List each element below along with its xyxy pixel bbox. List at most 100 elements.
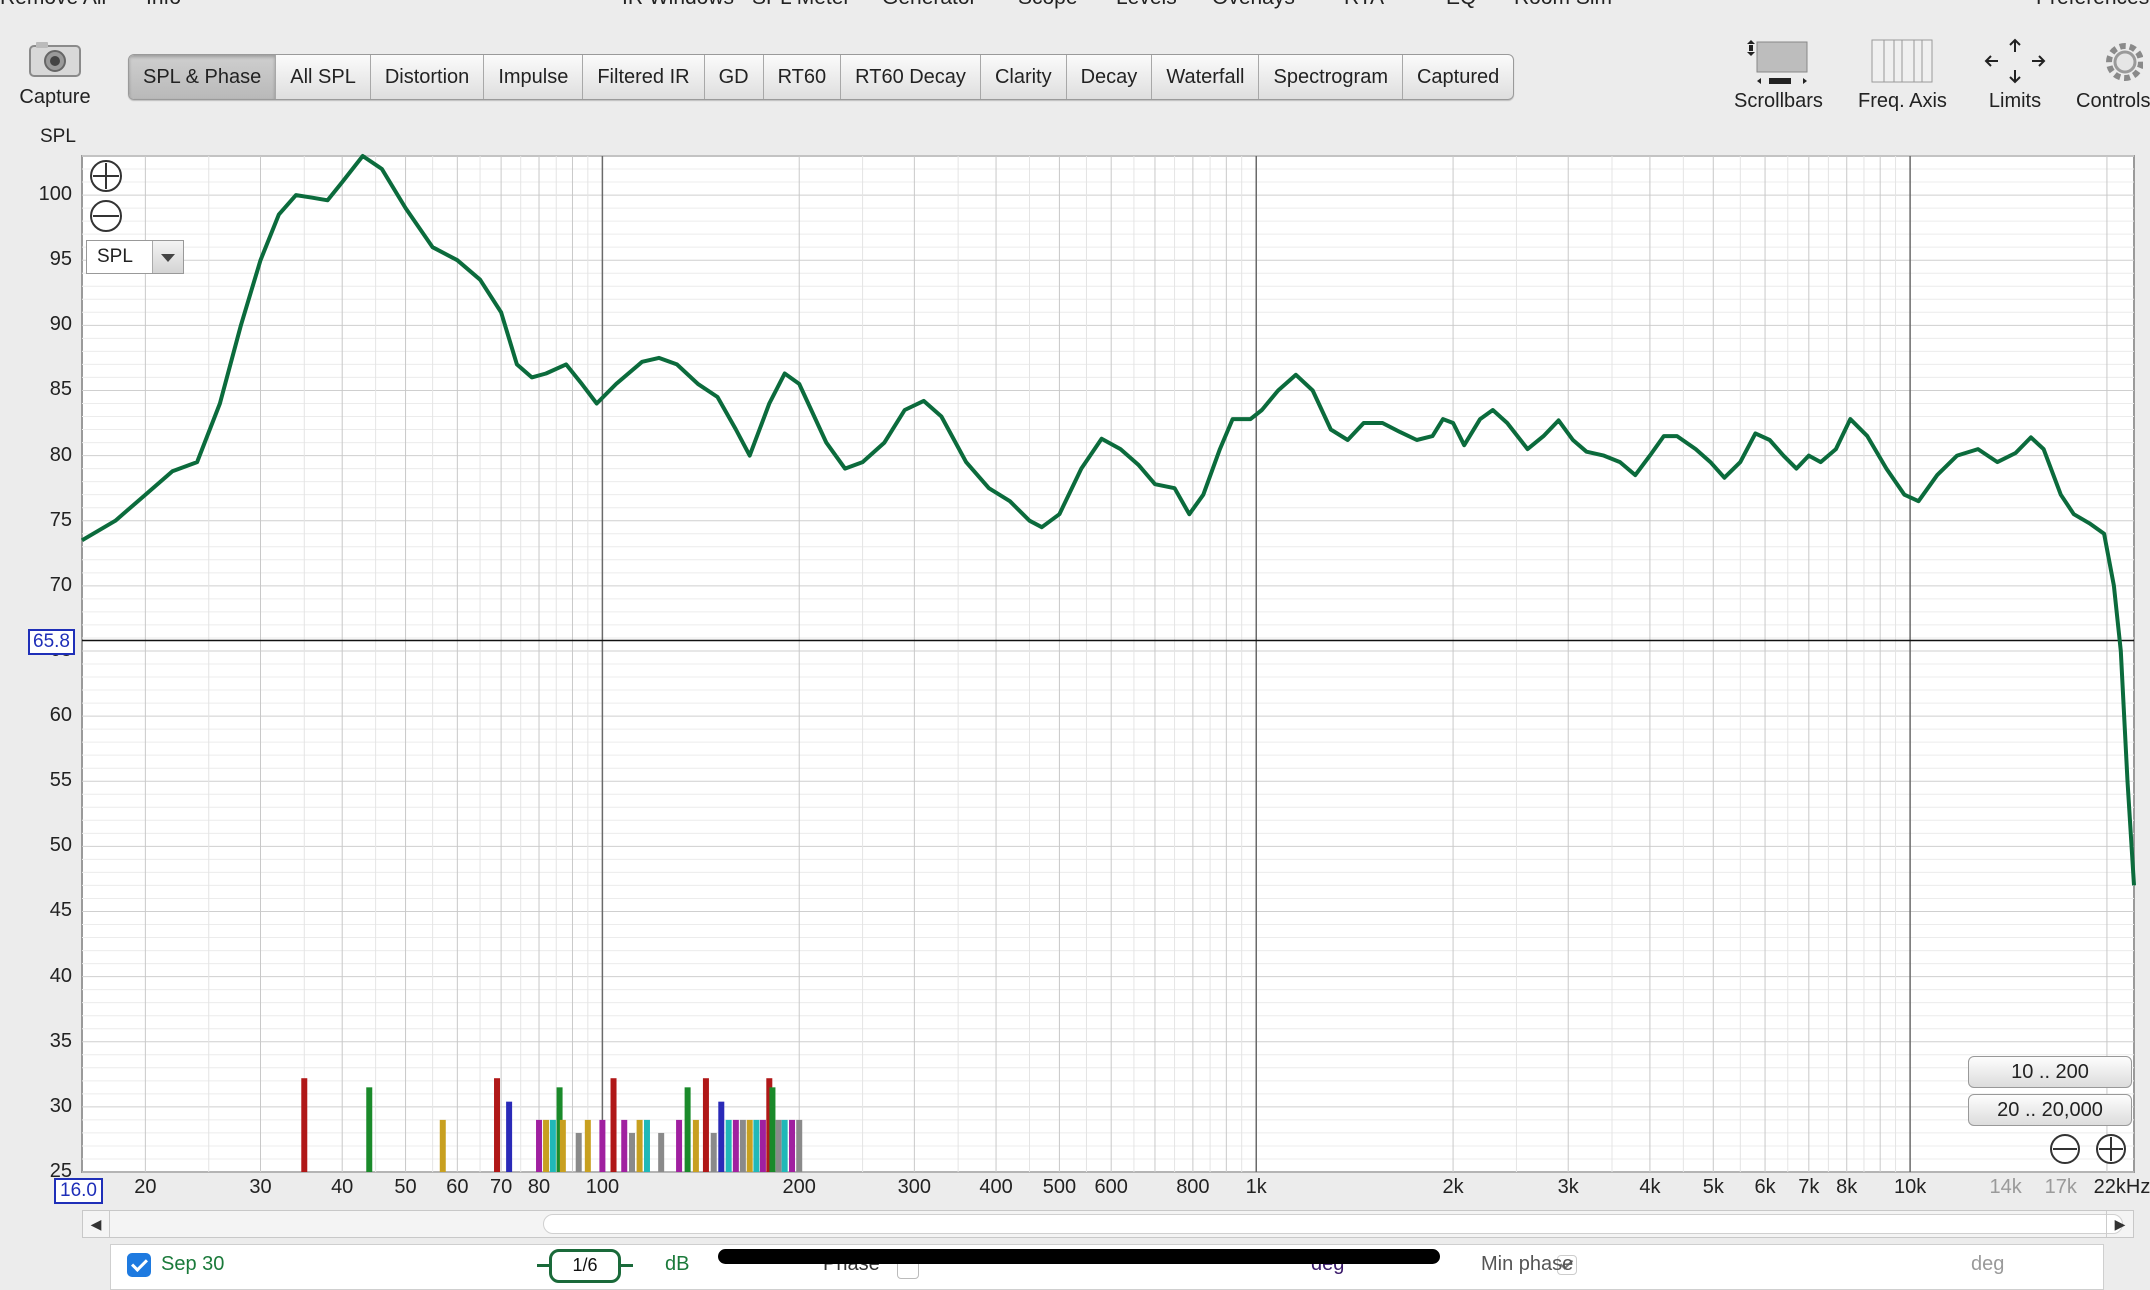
- tab-distortion[interactable]: Distortion: [371, 55, 485, 99]
- distortion-bar: [494, 1078, 501, 1172]
- scrollbars-icon: [1747, 40, 1808, 84]
- x-tick-label: 8k: [1836, 1176, 1858, 1198]
- menu-rta[interactable]: RTA: [1344, 0, 1384, 10]
- tab-spectrogram[interactable]: Spectrogram: [1259, 55, 1403, 99]
- tab-rt60[interactable]: RT60: [764, 55, 842, 99]
- menu-scope[interactable]: Scope: [1018, 0, 1078, 10]
- distortion-bar: [599, 1119, 606, 1172]
- menu-room-sim[interactable]: Room Sim: [1514, 0, 1612, 10]
- distortion-bar: [658, 1132, 665, 1172]
- measurement-visible-checkbox[interactable]: [127, 1253, 151, 1277]
- capture-button[interactable]: Capture: [10, 40, 100, 116]
- controls-button[interactable]: Controls: [2076, 38, 2150, 113]
- y-tick-label: 40: [49, 964, 72, 987]
- distortion-bar: [684, 1087, 691, 1172]
- distortion-bar: [759, 1119, 766, 1172]
- x-tick-label: 30: [249, 1176, 272, 1198]
- tab-spl-phase[interactable]: SPL & Phase: [129, 55, 277, 99]
- min-phase-unit-label: deg: [1971, 1253, 2005, 1275]
- tab-all-spl[interactable]: All SPL: [276, 55, 371, 99]
- distortion-bar: [692, 1119, 699, 1172]
- range-10-200-button[interactable]: 10 .. 200: [1968, 1056, 2132, 1088]
- smoothing-control[interactable]: 1/6: [537, 1249, 633, 1283]
- scrollbar-thumb[interactable]: [543, 1214, 2123, 1234]
- menu-overlays[interactable]: Overlays: [1212, 0, 1295, 10]
- scrollbars-button[interactable]: Scrollbars: [1734, 38, 1823, 113]
- distortion-bar: [796, 1119, 803, 1172]
- distortion-bar: [506, 1101, 513, 1172]
- trace-selector-value: SPL: [97, 246, 133, 267]
- spl-unit-label: dB: [665, 1253, 690, 1275]
- y-tick-label: 50: [49, 834, 72, 857]
- tab-captured[interactable]: Captured: [1403, 55, 1513, 99]
- distortion-bar: [753, 1119, 760, 1172]
- distortion-bar: [543, 1119, 550, 1172]
- capture-label: Capture: [19, 86, 91, 108]
- range-20-20000-button[interactable]: 20 .. 20,000: [1968, 1094, 2132, 1126]
- x-tick-label: 4k: [1639, 1176, 1661, 1198]
- spl-graph: 100959085807570656055504540353025 203040…: [0, 150, 2150, 1212]
- x-tick-label: 500: [1042, 1176, 1077, 1198]
- x-tick-label: 2k: [1442, 1176, 1464, 1198]
- menu-remove-all[interactable]: Remove All: [0, 0, 106, 10]
- zoom-in-x-icon[interactable]: [2094, 1132, 2128, 1166]
- tab-rt60-decay[interactable]: RT60 Decay: [841, 55, 981, 99]
- measurement-name[interactable]: Sep 30: [161, 1253, 224, 1276]
- menu-spl-meter[interactable]: SPL Meter: [752, 0, 850, 10]
- menu-generator[interactable]: Generator: [882, 0, 977, 10]
- zoom-out-x-icon[interactable]: [2048, 1132, 2082, 1166]
- distortion-bar: [676, 1119, 683, 1172]
- freq-axis-icon: [1871, 39, 1933, 83]
- x-tick-label: 14k: [1989, 1176, 2022, 1198]
- distortion-bar: [439, 1119, 446, 1172]
- x-tick-label: 100: [585, 1176, 620, 1198]
- distortion-bar: [775, 1119, 782, 1172]
- controls-label: Controls: [2076, 90, 2150, 112]
- cursor-level-readout: 65.8: [28, 629, 75, 655]
- tab-filtered-ir[interactable]: Filtered IR: [583, 55, 705, 99]
- top-menu-bar: Remove All Info IR Windows SPL Meter Gen…: [0, 0, 2150, 10]
- scroll-right-icon[interactable]: ▶: [2106, 1211, 2133, 1237]
- menu-preferences[interactable]: Preferences: [2036, 0, 2149, 10]
- min-phase-label: Min phase: [1481, 1253, 1574, 1275]
- horizontal-scrollbar[interactable]: ◀ ▶: [82, 1210, 2134, 1238]
- menu-ir-windows[interactable]: IR Windows: [622, 0, 734, 10]
- zoom-in-icon[interactable]: [88, 158, 124, 194]
- scroll-left-icon[interactable]: ◀: [83, 1211, 110, 1237]
- menu-levels[interactable]: Levels: [1116, 0, 1177, 10]
- x-tick-label: 50: [394, 1176, 417, 1198]
- x-tick-label: 400: [979, 1176, 1013, 1198]
- freq-axis-button[interactable]: Freq. Axis: [1858, 38, 1947, 113]
- y-tick-label: 90: [49, 313, 72, 336]
- menu-info[interactable]: Info: [146, 0, 181, 10]
- distortion-bar: [610, 1078, 617, 1172]
- distortion-bar: [629, 1132, 636, 1172]
- spl-plot[interactable]: [0, 150, 2150, 1212]
- y-axis-label: SPL: [40, 126, 76, 147]
- tab-impulse[interactable]: Impulse: [484, 55, 584, 99]
- zoom-out-icon[interactable]: [88, 198, 124, 234]
- x-tick-label: 60: [446, 1176, 469, 1198]
- distortion-bar: [536, 1119, 543, 1172]
- limits-button[interactable]: Limits: [1982, 38, 2048, 113]
- x-tick-label: 5k: [1702, 1176, 1724, 1198]
- x-tick-label: 200: [782, 1176, 816, 1198]
- x-tick-label: 1k: [1245, 1176, 1267, 1198]
- freq-start-readout[interactable]: 16.0: [54, 1178, 103, 1204]
- tab-decay[interactable]: Decay: [1067, 55, 1153, 99]
- menu-eq[interactable]: EQ: [1446, 0, 1476, 10]
- distortion-bar: [725, 1119, 732, 1172]
- x-tick-label: 6k: [1754, 1176, 1776, 1198]
- y-tick-label: 60: [49, 704, 72, 727]
- y-tick-label: 75: [49, 508, 72, 531]
- distortion-bar: [549, 1119, 556, 1172]
- y-tick-label: 85: [49, 378, 72, 401]
- tab-gd[interactable]: GD: [705, 55, 764, 99]
- distortion-bar: [301, 1078, 308, 1172]
- x-tick-label: 600: [1094, 1176, 1128, 1198]
- x-tick-label: 7k: [1798, 1176, 1820, 1198]
- trace-selector-dropdown[interactable]: SPL: [86, 240, 184, 274]
- distortion-bar: [739, 1119, 746, 1172]
- tab-clarity[interactable]: Clarity: [981, 55, 1067, 99]
- tab-waterfall[interactable]: Waterfall: [1152, 55, 1260, 99]
